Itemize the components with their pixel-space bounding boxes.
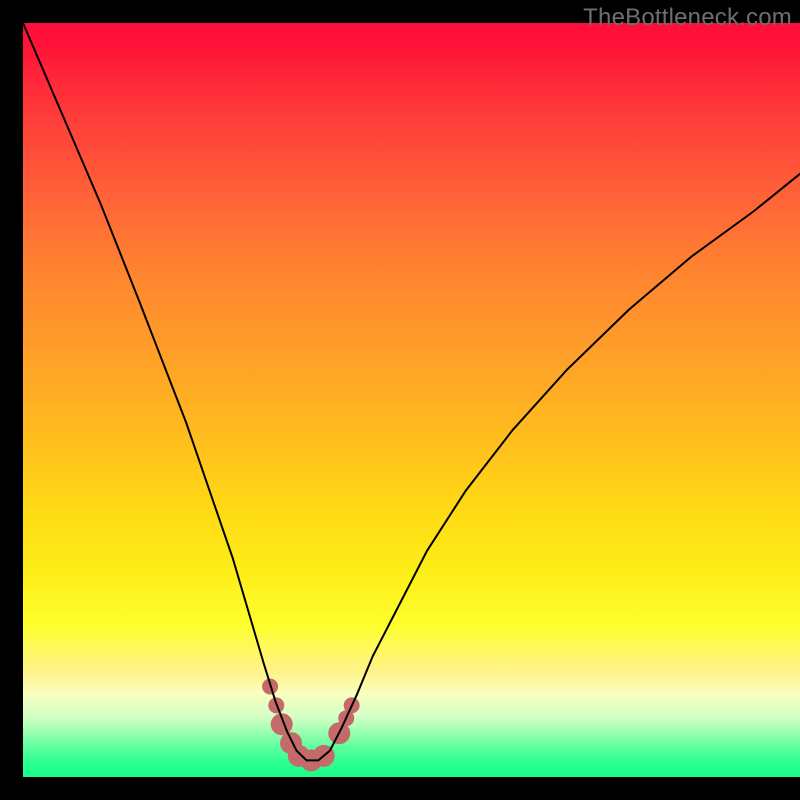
bottleneck-curve (23, 23, 800, 760)
curve-layer (23, 23, 800, 777)
plot-area (23, 23, 800, 777)
watermark-text: TheBottleneck.com (583, 4, 792, 32)
marker-group (262, 679, 360, 772)
chart-container: TheBottleneck.com (0, 0, 800, 800)
